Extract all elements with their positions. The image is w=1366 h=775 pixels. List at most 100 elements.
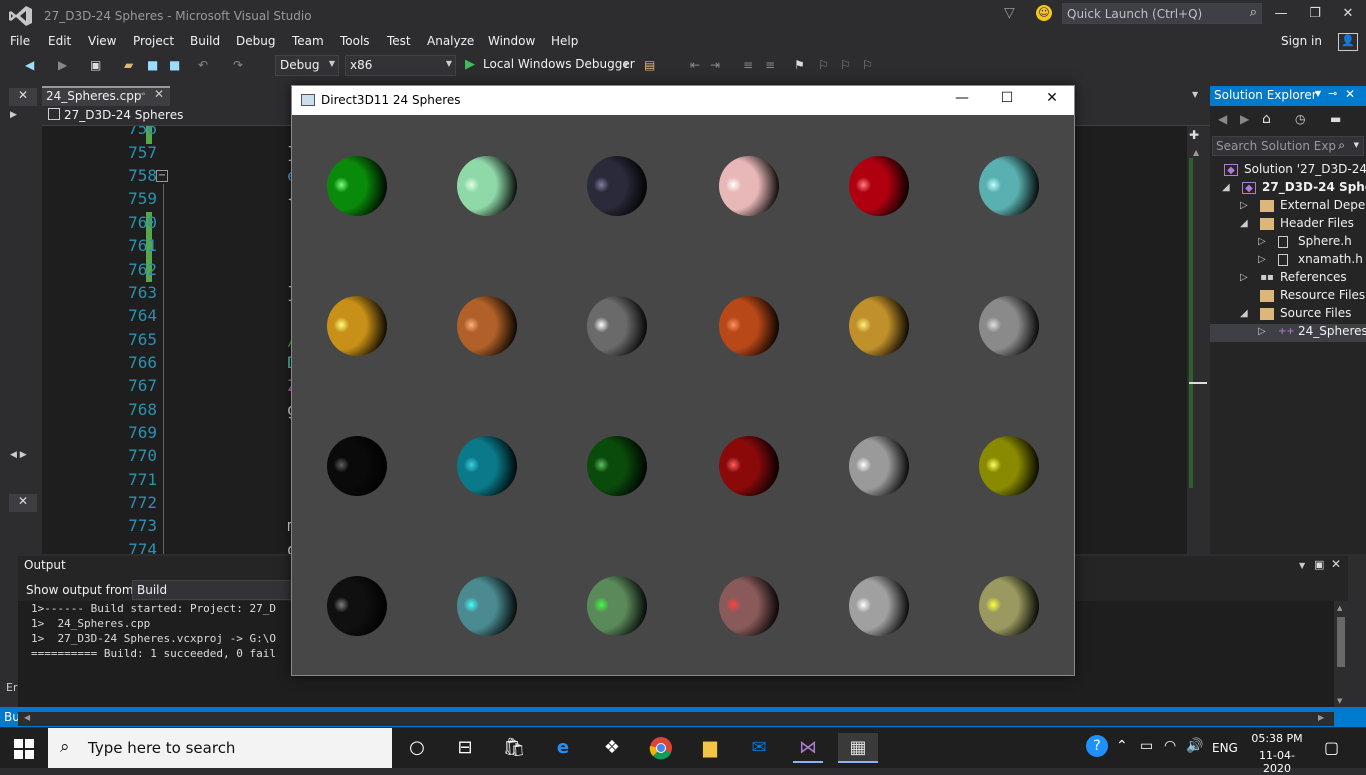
chrome-icon[interactable] [646, 733, 676, 763]
tab-dropdown-icon[interactable]: ▼ [1192, 90, 1198, 99]
clear-bookmark-icon[interactable]: ⚐ [862, 58, 873, 72]
clock-time[interactable]: 05:38 PM [1248, 732, 1306, 745]
expand-icon[interactable]: ▷ [1258, 326, 1266, 337]
output-source-select[interactable]: Build [132, 580, 292, 600]
open-icon[interactable]: ▰ [124, 58, 133, 72]
prev-bookmark-icon[interactable]: ⚐ [818, 58, 829, 72]
solution-search-box[interactable]: ⌕ ▼ [1212, 136, 1364, 156]
tab-24-spheres-cpp[interactable]: 24_Spheres.cpp [42, 86, 170, 106]
pin-icon[interactable]: ⊸ [137, 89, 145, 100]
scroll-down-icon[interactable]: ▼ [1337, 697, 1342, 705]
feedback-filter-icon[interactable]: ▽ [1004, 5, 1015, 21]
minimize-button[interactable]: — [1271, 6, 1291, 24]
chevron-down-icon[interactable]: ▼ [1299, 561, 1305, 570]
menu-edit[interactable]: Edit [48, 34, 71, 48]
taskbar-search-box[interactable]: ⌕ Type here to search [48, 728, 392, 768]
menu-test[interactable]: Test [387, 34, 411, 48]
search-icon[interactable]: ⌕ [1338, 138, 1345, 153]
direct3d-title-bar[interactable]: Direct3D11 24 Spheres — ☐ ✕ [292, 86, 1074, 115]
windows-start-icon[interactable] [14, 739, 34, 759]
comment-icon[interactable]: ≡ [743, 58, 753, 72]
restore-button[interactable]: ❐ [1305, 6, 1325, 24]
maximize-button[interactable]: ☐ [992, 90, 1022, 110]
menu-window[interactable]: Window [488, 34, 535, 48]
play-icon[interactable]: ▶ [465, 57, 475, 72]
nav-project-dropdown[interactable]: 27_D3D-24 Spheres [64, 108, 183, 122]
menu-project[interactable]: Project [133, 34, 174, 48]
account-icon[interactable]: 👤 [1338, 33, 1358, 51]
forward-icon[interactable]: ▶ [1240, 112, 1249, 126]
direct3d-app-taskbar-icon[interactable]: ▦ [838, 733, 878, 763]
sign-in-link[interactable]: Sign in [1281, 34, 1322, 48]
feedback-smiley-icon[interactable]: ☺ [1036, 5, 1052, 21]
error-list-tab[interactable]: Err [0, 679, 22, 699]
scroll-right-icon[interactable]: ▶ [1318, 713, 1324, 722]
pin-icon[interactable]: ⊸ [1328, 87, 1337, 100]
split-icon[interactable]: ✚ [1189, 128, 1199, 142]
back-icon[interactable]: ◀ [25, 58, 34, 72]
wifi-icon[interactable]: ◠ [1164, 738, 1176, 754]
chevron-up-icon[interactable]: ⌃ [1116, 738, 1128, 754]
scroll-up-icon[interactable]: ▲ [1193, 148, 1199, 157]
store-icon[interactable]: 🛍 [499, 733, 529, 763]
expand-icon[interactable]: ▷ [1240, 272, 1248, 283]
save-icon[interactable]: ■ [147, 58, 158, 72]
history-icon[interactable]: ◷ [1295, 112, 1305, 126]
chevron-down-icon[interactable]: ▼ [1315, 89, 1321, 98]
platform-select[interactable]: x86 ▼ [345, 55, 456, 76]
collapse-icon[interactable]: − [156, 170, 168, 182]
render-canvas[interactable] [292, 115, 1074, 675]
dropbox-icon[interactable]: ❖ [597, 733, 627, 763]
scroll-thumb[interactable] [1337, 617, 1345, 667]
uncomment-icon[interactable]: ≡ [765, 58, 775, 72]
chevron-down-icon[interactable]: ▼ [623, 61, 628, 69]
collapse-icon[interactable]: ◢ [1240, 218, 1248, 229]
chevron-down-icon[interactable]: ▼ [1354, 141, 1359, 149]
help-icon[interactable]: ? [1086, 735, 1108, 757]
save-all-icon[interactable]: ■ [169, 58, 180, 72]
expand-icon[interactable]: ▷ [1258, 254, 1266, 265]
mail-icon[interactable]: ✉ [744, 733, 774, 763]
close-icon[interactable]: ✕ [154, 87, 164, 101]
menu-tools[interactable]: Tools [340, 34, 370, 48]
new-project-icon[interactable]: ▣ [90, 58, 101, 72]
collapse-icon[interactable]: ◢ [1222, 182, 1230, 193]
editor-vertical-scrollbar[interactable]: ✚ ▲ [1187, 126, 1210, 554]
scroll-left-icon[interactable]: ◀ [24, 713, 30, 722]
bookmark-icon[interactable]: ⚑ [794, 58, 805, 72]
quick-launch-box[interactable]: ⌕ [1062, 3, 1262, 24]
output-horizontal-scrollbar[interactable]: ◀ ▶ [18, 712, 1334, 726]
volume-icon[interactable]: 🔊 [1186, 738, 1203, 754]
cortana-icon[interactable]: ○ [402, 733, 432, 763]
collapse-icon[interactable]: ◢ [1240, 308, 1248, 319]
menu-help[interactable]: Help [551, 34, 578, 48]
settings-icon[interactable]: ▬ [1330, 112, 1341, 126]
configuration-select[interactable]: Debug ▼ [275, 55, 339, 76]
expand-icon[interactable]: ▷ [1240, 200, 1248, 211]
tree-item-24-spheres-cpp[interactable]: ▷ ++ 24_Spheres. [1210, 324, 1366, 342]
output-vertical-scrollbar[interactable]: ▲ ▼ [1334, 601, 1348, 709]
step-out-icon[interactable]: ⇥ [710, 58, 720, 72]
clock-date[interactable]: 11-04-2020 [1248, 749, 1306, 775]
scroll-arrows-icon[interactable]: ◀ ▶ [10, 450, 27, 460]
language-indicator[interactable]: ENG [1212, 741, 1238, 755]
edge-icon[interactable]: e [548, 733, 578, 763]
close-button[interactable]: ✕ [1338, 6, 1358, 24]
notifications-icon[interactable]: ▢ [1324, 738, 1339, 757]
close-icon[interactable]: ✕ [9, 494, 37, 512]
close-button[interactable]: ✕ [1037, 90, 1067, 110]
home-icon[interactable]: ⌂ [1262, 111, 1271, 127]
close-icon[interactable]: ✕ [1345, 87, 1355, 101]
close-icon[interactable]: ✕ [9, 88, 37, 106]
visual-studio-taskbar-icon[interactable]: ⋈ [793, 733, 823, 763]
undo-icon[interactable]: ↶ [198, 58, 208, 72]
menu-debug[interactable]: Debug [236, 34, 275, 48]
expand-icon[interactable]: ▶ [10, 110, 17, 120]
run-debugger-button[interactable]: Local Windows Debugger [483, 57, 635, 71]
menu-file[interactable]: File [10, 34, 30, 48]
maximize-icon[interactable]: ▣ [1314, 558, 1324, 571]
scroll-thumb[interactable] [1189, 382, 1207, 384]
menu-build[interactable]: Build [190, 34, 220, 48]
close-icon[interactable]: ✕ [1331, 557, 1341, 571]
file-explorer-icon[interactable]: ▆ [695, 733, 725, 763]
